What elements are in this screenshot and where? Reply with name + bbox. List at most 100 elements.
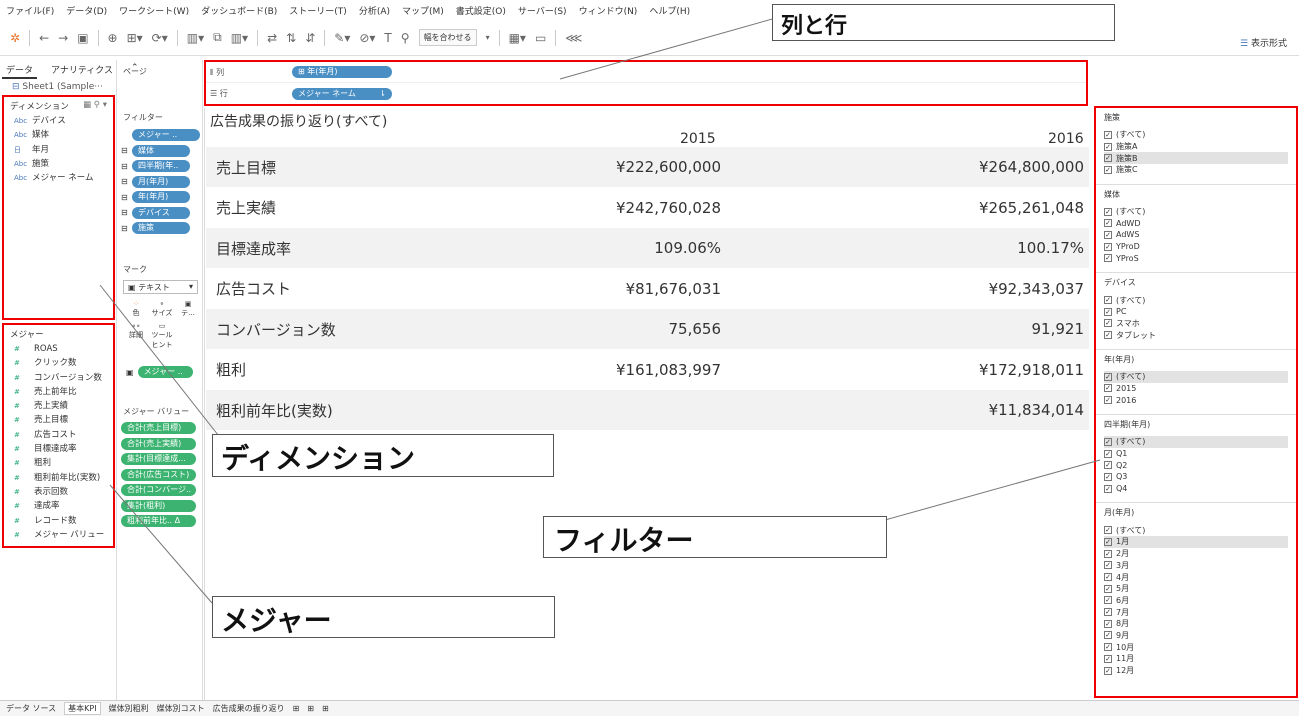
filter-option[interactable]: ✓ Q1 <box>1104 448 1288 460</box>
tab-analytics[interactable]: アナリティクス <box>47 62 117 79</box>
filter-pill[interactable]: 月(年月) <box>132 175 190 188</box>
checkbox[interactable]: ✓ <box>1104 130 1112 139</box>
measure-value-pill[interactable]: 粗利前年比.. Δ <box>121 515 196 527</box>
size-button[interactable]: ⚬ サイズ <box>149 300 175 318</box>
filter-option[interactable]: ✓ 施策A <box>1104 141 1288 153</box>
checkbox[interactable]: ✓ <box>1104 372 1112 381</box>
filter-option[interactable]: ✓ 4月 <box>1104 571 1288 583</box>
checkbox[interactable]: ✓ <box>1104 165 1112 174</box>
checkbox[interactable]: ✓ <box>1104 619 1112 628</box>
back-icon[interactable]: ← <box>39 31 49 45</box>
marks-field[interactable]: ▣ メジャー .. <box>126 366 193 378</box>
filter-option[interactable]: ✓ Q4 <box>1104 483 1288 495</box>
measure-value-pill[interactable]: 合計(売上実績) <box>121 437 196 450</box>
measure-value-pill[interactable]: 集計(目標達成... <box>121 453 196 465</box>
fit-dropdown[interactable]: 幅を合わせる <box>418 29 477 46</box>
filter-option[interactable]: ✓ 施策B <box>1104 152 1288 165</box>
filter-option[interactable]: ✓ AdWS <box>1104 229 1288 241</box>
checkbox[interactable]: ✓ <box>1104 608 1112 617</box>
filter-option[interactable]: ✓ 7月 <box>1104 606 1288 618</box>
measure-field[interactable]: # ROAS <box>14 342 113 356</box>
measure-value-pill[interactable]: 合計(コンバージ.. <box>121 484 196 496</box>
share-icon[interactable]: ⋘ <box>565 31 582 45</box>
filter-option[interactable]: ✓ Q2 <box>1104 459 1288 471</box>
filter-option[interactable]: ✓ (すべて) <box>1104 436 1288 448</box>
filter-option[interactable]: ✓ (すべて) <box>1104 370 1288 383</box>
tooltip-button[interactable]: ▭ ツール ヒント <box>149 322 175 350</box>
new-sheet-icon[interactable]: ⊞ <box>293 704 300 713</box>
measure-value-pill[interactable]: 合計(広告コスト) <box>121 468 196 481</box>
filter-option[interactable]: ✓ 12月 <box>1104 665 1288 677</box>
checkbox[interactable]: ✓ <box>1104 484 1112 493</box>
mark-type-dropdown[interactable]: ▣ テキスト ▾ <box>123 280 198 294</box>
duplicate-sheet-icon[interactable]: ⧉ <box>213 30 222 45</box>
columns-pill[interactable]: ⊞ 年(年月) <box>292 66 392 78</box>
menu-item[interactable]: ファイル(F) <box>6 4 54 17</box>
rows-pill[interactable]: メジャー ネーム ⇂ <box>292 87 392 100</box>
color-button[interactable]: ⁘ 色 <box>123 300 149 318</box>
dimension-field[interactable]: Abc 施策 <box>14 157 113 171</box>
show-me-button[interactable]: ☰ 表示形式 <box>1240 36 1287 49</box>
label-icon[interactable]: T <box>384 31 391 45</box>
detail-button[interactable]: ∘∘ 詳細 <box>123 322 149 350</box>
filter-option[interactable]: ✓ スマホ <box>1104 318 1288 330</box>
chevron-down-icon[interactable]: ▾ <box>486 33 490 42</box>
measure-field[interactable]: # メジャー バリュー <box>14 528 113 542</box>
filter-option[interactable]: ✓ (すべて) <box>1104 129 1288 141</box>
filter-shelf-item[interactable]: ⊟ 四半期(年.. <box>121 160 201 172</box>
filter-option[interactable]: ✓ 1月 <box>1104 536 1288 548</box>
menu-item[interactable]: サーバー(S) <box>518 4 567 17</box>
filter-shelf-item[interactable]: ⊟ デバイス <box>121 206 201 219</box>
checkbox[interactable]: ✓ <box>1104 654 1112 663</box>
pin-icon[interactable]: ⚲ <box>401 31 410 45</box>
checkbox[interactable]: ✓ <box>1104 254 1112 263</box>
refresh-icon[interactable]: ⟳▾ <box>152 31 168 45</box>
columns-shelf[interactable]: ⦀ 列 ⊞ 年(年月) <box>206 62 1086 83</box>
checkbox[interactable]: ✓ <box>1104 296 1112 305</box>
checkbox[interactable]: ✓ <box>1104 573 1112 582</box>
new-datasource-icon[interactable]: ⊕ <box>108 31 118 45</box>
tab-data[interactable]: データ <box>2 62 38 79</box>
datasource-menu-icon[interactable]: ⊞▾ <box>127 31 143 45</box>
checkbox[interactable]: ✓ <box>1104 561 1112 570</box>
checkbox[interactable]: ✓ <box>1104 472 1112 481</box>
measure-field[interactable]: # 売上前年比 <box>14 385 113 399</box>
filter-option[interactable]: ✓ 2015 <box>1104 383 1288 395</box>
tableau-logo-icon[interactable]: ✲ <box>10 31 20 45</box>
filter-option[interactable]: ✓ PC <box>1104 306 1288 318</box>
dimension-field[interactable]: Abc デバイス <box>14 114 113 128</box>
measure-value-pill[interactable]: 合計(売上目標) <box>121 422 196 434</box>
checkbox[interactable]: ✓ <box>1104 154 1112 163</box>
checkbox[interactable]: ✓ <box>1104 437 1112 446</box>
datasource-item[interactable]: ⊟ Sheet1 (Sample··· <box>12 82 103 92</box>
filter-option[interactable]: ✓ (すべて) <box>1104 206 1288 218</box>
filter-shelf-item[interactable]: ⊟ 媒体 <box>121 144 201 157</box>
sheet-tab[interactable]: 広告成果の振り返り <box>213 703 285 714</box>
filter-pill[interactable]: 年(年月) <box>132 191 190 203</box>
menu-item[interactable]: ワークシート(W) <box>119 4 189 17</box>
measure-field[interactable]: # 売上目標 <box>14 413 113 427</box>
checkbox[interactable]: ✓ <box>1104 319 1112 328</box>
filter-option[interactable]: ✓ 2016 <box>1104 394 1288 406</box>
dimension-field[interactable]: Abc 媒体 <box>14 128 113 142</box>
menu-item[interactable]: マップ(M) <box>402 4 444 17</box>
sheet-tab[interactable]: 媒体別粗利 <box>109 703 149 714</box>
menu-item[interactable]: 分析(A) <box>359 4 390 17</box>
filter-option[interactable]: ✓ AdWD <box>1104 217 1288 229</box>
filter-option[interactable]: ✓ 3月 <box>1104 560 1288 572</box>
measure-field[interactable]: # 粗利前年比(実数) <box>14 471 113 485</box>
group-icon[interactable]: ⊘▾ <box>359 31 375 45</box>
filter-shelf-item[interactable]: メジャー .. <box>121 129 201 141</box>
menu-item[interactable]: ストーリー(T) <box>289 4 347 17</box>
new-dashboard-icon[interactable]: ⊞ <box>307 704 314 713</box>
filter-shelf-item[interactable]: ⊟ 月(年月) <box>121 175 201 188</box>
filter-option[interactable]: ✓ 施策C <box>1104 164 1288 176</box>
filter-option[interactable]: ✓ 8月 <box>1104 618 1288 630</box>
filter-option[interactable]: ✓ YProS <box>1104 253 1288 265</box>
filter-option[interactable]: ✓ (すべて) <box>1104 524 1288 536</box>
menu-item[interactable]: ヘルプ(H) <box>649 4 690 17</box>
datasource-tab[interactable]: データ ソース <box>6 703 56 714</box>
checkbox[interactable]: ✓ <box>1104 537 1112 546</box>
filter-option[interactable]: ✓ 9月 <box>1104 630 1288 642</box>
menu-item[interactable]: 書式設定(O) <box>456 4 506 17</box>
